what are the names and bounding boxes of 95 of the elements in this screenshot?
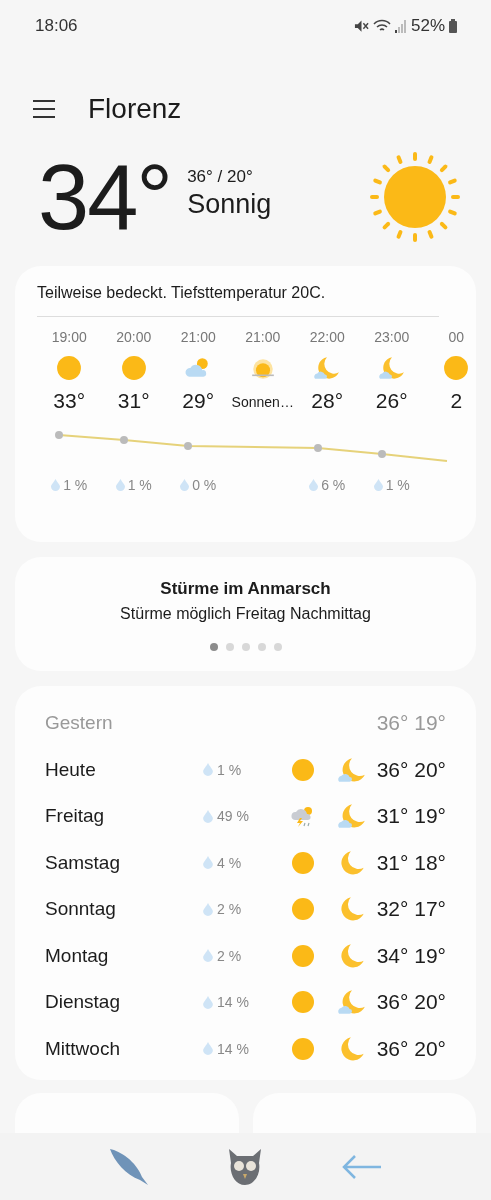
page-dot[interactable]: [241, 643, 250, 651]
day-name: Mittwoch: [45, 1037, 121, 1060]
precipitation-chance: 1 %: [127, 477, 152, 493]
raindrop-icon: [203, 809, 213, 823]
hour-temperature: 31°: [117, 389, 150, 414]
storm-icon: [291, 804, 315, 829]
precipitation-chance: 14 %: [217, 994, 249, 1011]
battery-icon: [449, 19, 457, 33]
precipitation-chance: 6 %: [321, 477, 346, 493]
sun-icon: [443, 355, 470, 381]
raindrop-icon: [203, 949, 213, 963]
day-name: Dienstag: [45, 991, 121, 1014]
back-arrow-icon[interactable]: [340, 1153, 383, 1180]
battery-percent: 52%: [410, 16, 445, 36]
day-temperatures: 36° 20°: [376, 757, 446, 782]
day-temperatures: 31° 19°: [376, 804, 446, 829]
sun-icon: [291, 943, 315, 968]
hour-temperature: 2: [450, 389, 463, 414]
hour-time: 21:00: [180, 329, 216, 345]
sun-icon: [120, 355, 147, 381]
page-dot[interactable]: [257, 643, 266, 651]
precipitation-chance: 2 %: [217, 947, 242, 964]
day-temperatures: 36° 19°: [376, 711, 446, 736]
moon-cloud-icon: [378, 355, 405, 381]
moon-cloud-icon: [314, 355, 341, 381]
raindrop-icon: [203, 1042, 213, 1056]
sun-icon: [291, 757, 315, 782]
raindrop-icon: [203, 763, 213, 777]
status-time: 18:06: [35, 16, 78, 36]
day-name: Sonntag: [45, 898, 117, 921]
moon-icon: [338, 1034, 366, 1063]
raindrop-icon: [180, 479, 190, 491]
sun-icon: [291, 990, 315, 1015]
sun-icon: [291, 897, 315, 922]
raindrop-icon: [373, 479, 383, 491]
raindrop-icon: [203, 995, 213, 1009]
page-dot[interactable]: [273, 643, 282, 651]
day-name: Montag: [45, 944, 110, 967]
forecast-summary: Teilweise bedeckt. Tiefsttemperatur 20C.: [37, 284, 439, 317]
day-temperatures: 31° 18°: [376, 850, 446, 875]
moon-icon: [338, 941, 366, 970]
hour-temperature: Sonnen…: [231, 393, 294, 412]
hour-time: 20:00: [116, 329, 152, 345]
sun-icon: [291, 850, 315, 875]
mute-icon: [353, 19, 369, 33]
high-low-temperature: 36° / 20°: [187, 166, 254, 187]
sun-icon: [56, 355, 83, 381]
hour-temperature: 26°: [375, 389, 408, 414]
hour-time: 23:00: [374, 329, 410, 345]
day-name: Gestern: [45, 712, 114, 735]
raindrop-icon: [309, 479, 319, 491]
precipitation-chance: 2 %: [217, 901, 242, 918]
moon-cloud-icon: [338, 802, 366, 831]
day-name: Samstag: [45, 851, 121, 874]
feather-icon[interactable]: [108, 1146, 151, 1187]
moon-icon: [338, 848, 366, 877]
alert-title: Stürme im Anmarsch: [160, 579, 331, 599]
signal-icon: [394, 19, 407, 33]
raindrop-icon: [115, 479, 125, 491]
moon-cloud-icon: [338, 988, 366, 1017]
alert-card[interactable]: Stürme im Anmarsch Stürme möglich Freitag Nachmittag: [15, 557, 476, 671]
weather-condition: Sonnig: [187, 188, 272, 220]
precipitation-chance: 4 %: [217, 854, 242, 871]
hour-temperature: 29°: [182, 389, 215, 414]
precipitation-chance: 14 %: [217, 1040, 249, 1057]
hour-time: 19:00: [51, 329, 87, 345]
menu-icon[interactable]: [33, 100, 55, 118]
precipitation-chance: 1 %: [217, 761, 242, 778]
precipitation-chance: 49 %: [217, 808, 249, 825]
precipitation-chance: 1 %: [385, 477, 410, 493]
hour-time: 00: [448, 329, 465, 345]
current-temperature: 34°: [38, 151, 172, 243]
day-temperatures: 32° 17°: [376, 897, 446, 922]
page-dot[interactable]: [225, 643, 234, 651]
hour-temperature: 33°: [53, 389, 86, 414]
city-title: Florenz: [88, 93, 182, 125]
day-name: Freitag: [45, 805, 106, 828]
precipitation-chance: 0 %: [192, 477, 217, 493]
hour-temperature: 28°: [311, 389, 344, 414]
raindrop-icon: [203, 856, 213, 870]
precipitation-chance: 1 %: [63, 477, 88, 493]
page-dot[interactable]: [209, 643, 218, 651]
hour-time: 21:00: [245, 329, 281, 345]
hour-time: 22:00: [309, 329, 345, 345]
day-temperatures: 36° 20°: [376, 1036, 446, 1061]
day-temperatures: 34° 19°: [376, 943, 446, 968]
sun-icon: [369, 151, 461, 243]
alert-text: Stürme möglich Freitag Nachmittag: [120, 605, 371, 623]
raindrop-icon: [203, 902, 213, 916]
sun-icon: [291, 1036, 315, 1061]
day-name: Heute: [45, 758, 97, 781]
day-temperatures: 36° 20°: [376, 990, 446, 1015]
raindrop-icon: [51, 479, 61, 491]
moon-cloud-icon: [338, 755, 366, 784]
wifi-icon: [372, 19, 391, 33]
